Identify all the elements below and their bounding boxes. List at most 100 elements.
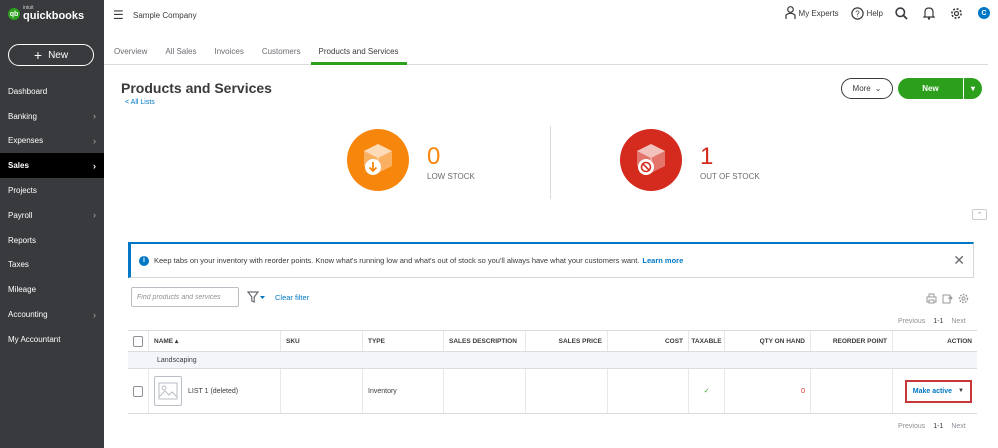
select-all-checkbox[interactable] xyxy=(133,335,143,347)
select-all-cell xyxy=(128,331,149,351)
notifications-button[interactable] xyxy=(923,6,938,20)
tab-products-and-services[interactable]: Products and Services xyxy=(310,40,407,65)
column-header-reorder-point[interactable]: REORDER POINT xyxy=(811,331,893,351)
filter-icon[interactable] xyxy=(246,291,265,305)
sidebar-item-payroll[interactable]: Payroll › xyxy=(0,203,104,228)
column-header-name[interactable]: NAME ▴ xyxy=(149,331,281,351)
user-avatar[interactable]: C xyxy=(978,7,990,19)
more-button[interactable]: More ⌄ xyxy=(841,78,893,99)
chevron-right-icon: › xyxy=(93,309,96,320)
sidebar-item-accounting[interactable]: Accounting › xyxy=(0,302,104,327)
tab-customers[interactable]: Customers xyxy=(254,40,309,65)
banner-text: Keep tabs on your inventory with reorder… xyxy=(154,256,640,265)
clear-filter-link[interactable]: Clear filter xyxy=(275,293,309,302)
sidebar-item-label: Banking xyxy=(8,111,37,121)
sidebar-item-banking[interactable]: Banking › xyxy=(0,104,104,129)
column-header-taxable[interactable]: TAXABLE xyxy=(689,331,725,351)
sidebar-item-label: Reports xyxy=(8,235,37,245)
svg-text:?: ? xyxy=(855,9,860,18)
make-active-button[interactable]: Make active ▼ xyxy=(904,379,972,403)
sidebar-item-sales[interactable]: Sales › xyxy=(0,153,104,179)
column-header-sku[interactable]: SKU xyxy=(281,331,363,351)
table-tools xyxy=(921,293,969,306)
help-button[interactable]: ? Help xyxy=(850,6,883,20)
sidebar-item-expenses[interactable]: Expenses › xyxy=(0,129,104,154)
column-header-sales-description[interactable]: SALES DESCRIPTION xyxy=(444,331,526,351)
search-input[interactable] xyxy=(131,287,239,307)
sidebar-item-label: Taxes xyxy=(8,260,29,270)
row-sku xyxy=(281,369,363,413)
sidebar-item-taxes[interactable]: Taxes xyxy=(0,253,104,278)
column-header-label: NAME xyxy=(154,337,174,345)
search-icon xyxy=(895,6,908,20)
table-settings-gear-icon[interactable] xyxy=(958,293,969,306)
top-bar: ☰ Sample Company My Experts ? Help C xyxy=(104,0,998,32)
column-header-qty-on-hand[interactable]: QTY ON HAND xyxy=(725,331,811,351)
column-header-sales-price[interactable]: SALES PRICE xyxy=(526,331,608,351)
sidebar-item-my-accountant[interactable]: My Accountant xyxy=(0,327,104,352)
pager-top: Previous 1-1 Next xyxy=(898,318,966,325)
pager-range: 1-1 xyxy=(933,318,944,325)
help-icon: ? xyxy=(850,6,864,20)
export-icon[interactable] xyxy=(942,293,953,306)
row-sales-price xyxy=(526,369,608,413)
new-product-button[interactable]: New xyxy=(898,78,964,99)
print-icon[interactable] xyxy=(926,293,937,306)
new-dropdown-chevron-icon[interactable]: ▾ xyxy=(964,78,982,99)
plus-icon: + xyxy=(33,47,43,63)
column-header-cost[interactable]: COST xyxy=(608,331,689,351)
new-product-button-group: New ▾ xyxy=(898,78,982,99)
sidebar-item-reports[interactable]: Reports xyxy=(0,228,104,253)
search-button[interactable] xyxy=(895,6,911,20)
more-label: More xyxy=(852,84,871,93)
pager-previous[interactable]: Previous xyxy=(898,423,925,430)
sidebar-item-label: My Accountant xyxy=(8,334,61,344)
chevron-right-icon: › xyxy=(93,111,96,122)
quickbooks-logo-icon: qb xyxy=(8,8,20,20)
my-experts-button[interactable]: My Experts xyxy=(784,6,839,20)
sidebar-item-mileage[interactable]: Mileage xyxy=(0,277,104,302)
low-stock-widget[interactable]: 0 LOW STOCK xyxy=(347,129,475,191)
make-active-label: Make active xyxy=(912,387,953,395)
products-table: NAME ▴ SKU TYPE SALES DESCRIPTION SALES … xyxy=(128,330,977,414)
pager-range: 1-1 xyxy=(933,423,944,430)
chevron-down-icon: ⌄ xyxy=(874,84,882,93)
pager-previous[interactable]: Previous xyxy=(898,318,925,325)
row-taxable-check-icon: ✓ xyxy=(689,369,725,413)
settings-button[interactable] xyxy=(950,7,966,20)
pager-next[interactable]: Next xyxy=(951,318,965,325)
inventory-info-banner: i Keep tabs on your inventory with reord… xyxy=(128,242,974,278)
low-stock-label: LOW STOCK xyxy=(427,172,475,181)
hamburger-menu-icon[interactable]: ☰ xyxy=(113,8,124,22)
top-right-actions: My Experts ? Help C xyxy=(773,6,990,20)
all-lists-link[interactable]: < All Lists xyxy=(125,99,155,106)
close-icon[interactable]: ✕ xyxy=(953,253,965,267)
row-select-cell xyxy=(128,369,149,413)
image-placeholder-icon[interactable] xyxy=(154,376,182,406)
tab-all-sales[interactable]: All Sales xyxy=(157,40,204,65)
page-title: Products and Services xyxy=(121,80,272,96)
low-stock-count: 0 xyxy=(427,143,441,170)
sidebar-item-label: Payroll xyxy=(8,210,33,220)
logo-quickbooks-text: quickbooks xyxy=(23,10,85,22)
learn-more-link[interactable]: Learn more xyxy=(642,256,683,265)
tab-overview[interactable]: Overview xyxy=(106,40,155,65)
sidebar-item-projects[interactable]: Projects xyxy=(0,178,104,203)
sidebar-new-button[interactable]: + New xyxy=(8,44,94,66)
pager-next[interactable]: Next xyxy=(951,423,965,430)
sidebar-item-label: Sales xyxy=(8,161,29,171)
row-sales-description xyxy=(444,369,526,413)
out-of-stock-widget[interactable]: 1 OUT OF STOCK xyxy=(620,129,760,191)
info-icon: i xyxy=(139,255,149,266)
tab-invoices[interactable]: Invoices xyxy=(206,40,251,65)
row-checkbox[interactable] xyxy=(133,385,143,397)
quickbooks-logo[interactable]: qb intuit quickbooks xyxy=(8,6,84,22)
column-header-type[interactable]: TYPE xyxy=(363,331,444,351)
chevron-down-icon[interactable]: ▼ xyxy=(958,388,964,394)
sidebar-item-label: Projects xyxy=(8,186,37,196)
table-header: NAME ▴ SKU TYPE SALES DESCRIPTION SALES … xyxy=(128,330,977,352)
chevron-right-icon: › xyxy=(93,160,96,171)
help-label: Help xyxy=(866,8,883,18)
sidebar-item-dashboard[interactable]: Dashboard xyxy=(0,79,104,104)
collapse-chevron-up-icon[interactable]: ⌃ xyxy=(972,209,987,220)
